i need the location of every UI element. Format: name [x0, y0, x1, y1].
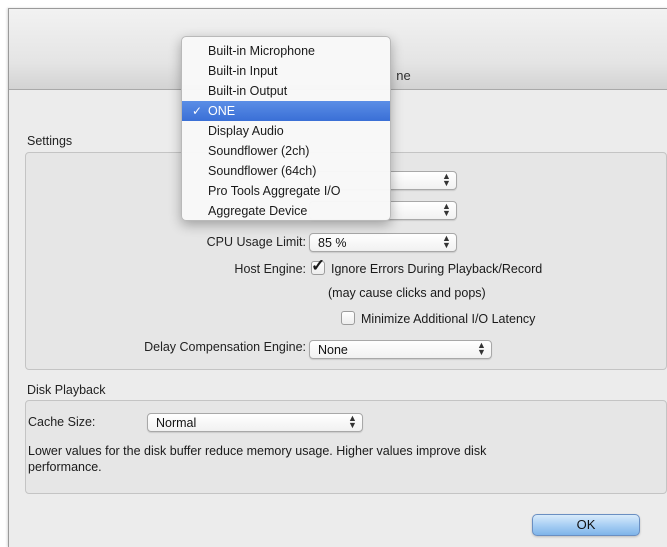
ignore-errors-label[interactable]: Ignore Errors During Playback/Record	[331, 262, 542, 276]
disk-buffer-description-line1: Lower values for the disk buffer reduce …	[28, 444, 487, 458]
minimize-latency-label[interactable]: Minimize Additional I/O Latency	[361, 312, 535, 326]
menu-item-label: Soundflower (2ch)	[208, 144, 310, 158]
popup-arrows-icon: ▲ ▼	[477, 340, 486, 357]
disk-buffer-description-line2: performance.	[28, 460, 102, 474]
host-engine-label: Host Engine:	[234, 262, 306, 276]
menu-item-label: Aggregate Device	[208, 204, 308, 218]
checkmark-icon: ✓	[311, 256, 326, 275]
cpu-usage-popup[interactable]: 85 % ▲ ▼	[309, 233, 457, 252]
cache-size-value: Normal	[156, 416, 197, 430]
cpu-usage-value: 85 %	[318, 236, 347, 250]
menu-item-label: Built-in Input	[208, 64, 278, 78]
menu-item-label: Pro Tools Aggregate I/O	[208, 184, 341, 198]
popup-arrows-icon: ▲ ▼	[442, 171, 451, 188]
checkmark-icon: ✓	[192, 104, 203, 118]
menu-item-display-audio[interactable]: Display Audio	[182, 121, 390, 141]
menu-item-built-in-microphone[interactable]: Built-in Microphone	[182, 41, 390, 61]
disk-playback-section-label: Disk Playback	[27, 383, 106, 397]
delay-compensation-label: Delay Compensation Engine:	[144, 340, 306, 354]
menu-item-soundflower-64ch[interactable]: Soundflower (64ch)	[182, 161, 390, 181]
disk-playback-group: Cache Size: Normal ▲ ▼ Lower values for t…	[25, 400, 667, 494]
menu-item-built-in-output[interactable]: Built-in Output	[182, 81, 390, 101]
cache-size-label: Cache Size:	[28, 415, 96, 429]
ignore-errors-note: (may cause clicks and pops)	[328, 286, 486, 300]
menu-item-label: Display Audio	[208, 124, 284, 138]
delay-compensation-popup[interactable]: None ▲ ▼	[309, 340, 492, 359]
popup-arrows-icon: ▲ ▼	[442, 201, 451, 218]
menu-item-pro-tools-aggregate-io[interactable]: Pro Tools Aggregate I/O	[182, 181, 390, 201]
minimize-latency-checkbox[interactable]	[341, 311, 355, 325]
ignore-errors-checkbox[interactable]: ✓	[311, 256, 325, 275]
cpu-usage-label: CPU Usage Limit:	[206, 235, 306, 249]
delay-compensation-value: None	[318, 343, 348, 357]
menu-item-label: Soundflower (64ch)	[208, 164, 317, 178]
menu-item-aggregate-device[interactable]: Aggregate Device	[182, 201, 390, 221]
menu-item-label: Built-in Output	[208, 84, 288, 98]
menu-item-built-in-input[interactable]: Built-in Input	[182, 61, 390, 81]
popup-arrows-icon: ▲ ▼	[348, 413, 357, 430]
device-dropdown-menu: Built-in Microphone Built-in Input Built…	[181, 36, 391, 221]
menu-item-soundflower-2ch[interactable]: Soundflower (2ch)	[182, 141, 390, 161]
settings-section-label: Settings	[27, 134, 73, 148]
menu-item-label: Built-in Microphone	[208, 44, 315, 58]
popup-arrows-icon: ▲ ▼	[442, 233, 451, 250]
cache-size-popup[interactable]: Normal ▲ ▼	[147, 413, 363, 432]
menu-item-label: ONE	[208, 104, 236, 118]
ok-button[interactable]: OK	[532, 514, 640, 536]
menu-item-one[interactable]: ✓ ONE	[182, 101, 390, 121]
